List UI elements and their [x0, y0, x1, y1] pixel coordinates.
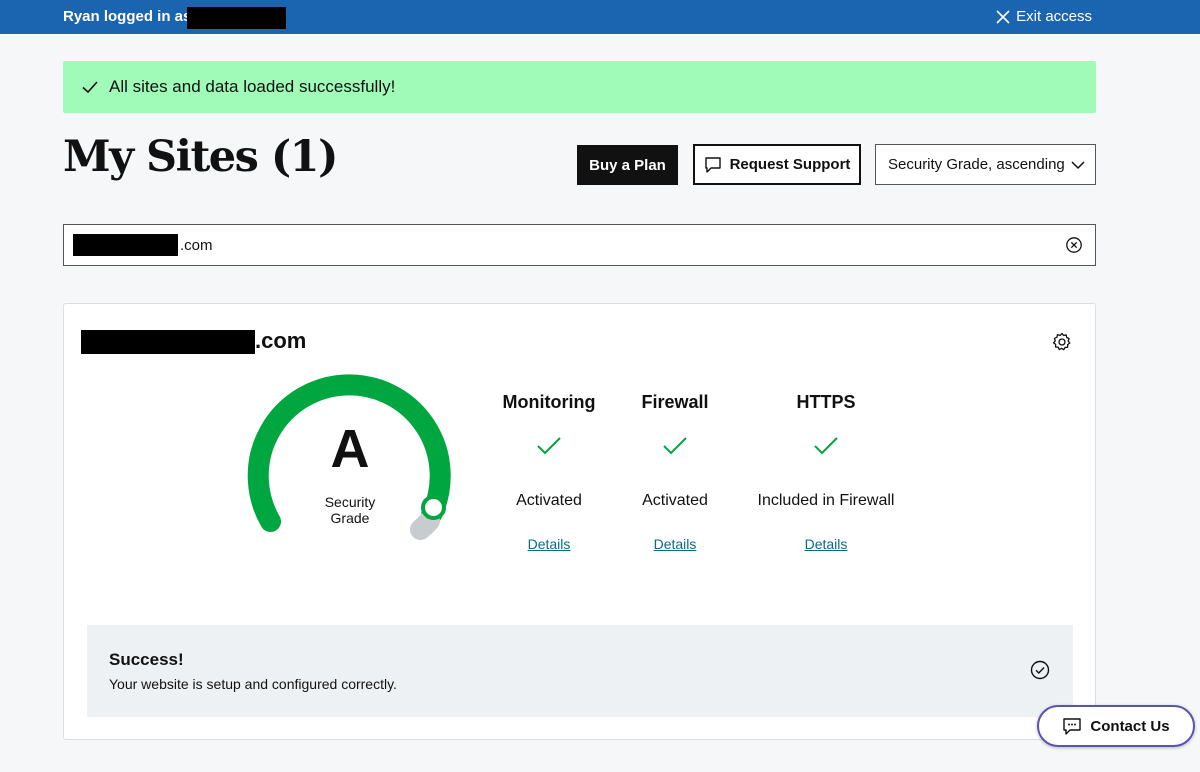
- site-card: .com A Security Grade Monitoring Activat…: [63, 303, 1096, 740]
- check-icon: [663, 437, 687, 455]
- security-grade-label-line1: Security: [324, 494, 376, 510]
- feature-title: HTTPS: [796, 392, 856, 412]
- chevron-down-icon: [1071, 160, 1085, 169]
- success-alert: All sites and data loaded successfully!: [63, 61, 1096, 113]
- check-icon: [82, 81, 98, 94]
- contact-us-label: Contact Us: [1090, 717, 1170, 735]
- site-name-suffix: .com: [255, 328, 307, 353]
- check-circle-icon: [1030, 660, 1050, 680]
- sort-select[interactable]: Security Grade, ascending: [875, 144, 1096, 185]
- chat-icon: [704, 156, 721, 173]
- search-value-suffix: .com: [180, 237, 213, 254]
- redacted-username: [187, 7, 286, 29]
- request-support-label: Request Support: [729, 156, 851, 173]
- top-bar: Ryan logged in as: Exit access: [0, 0, 1200, 34]
- check-icon: [814, 437, 838, 455]
- check-icon: [537, 437, 561, 455]
- redacted-search-text: [73, 234, 178, 256]
- gear-icon[interactable]: [1052, 332, 1072, 352]
- success-panel: Success! Your website is setup and confi…: [87, 625, 1073, 717]
- details-link[interactable]: Details: [736, 536, 916, 552]
- success-description: Your website is setup and configured cor…: [109, 676, 397, 692]
- success-title: Success!: [109, 650, 184, 669]
- security-grade-gauge: A Security Grade: [240, 374, 460, 554]
- logged-in-text: Ryan logged in as:: [63, 8, 197, 25]
- redacted-site-name: [81, 330, 255, 354]
- exit-access-label: Exit access: [1016, 8, 1092, 25]
- search-input[interactable]: .com: [63, 224, 1096, 266]
- close-icon: [996, 9, 1010, 24]
- security-grade-label: Security Grade: [240, 494, 460, 526]
- exit-access-button[interactable]: Exit access: [995, 8, 1092, 25]
- sort-value: Security Grade, ascending: [888, 156, 1065, 173]
- security-grade-value: A: [330, 419, 370, 479]
- security-grade-label-line2: Grade: [330, 510, 370, 526]
- page-title: My Sites (1): [63, 132, 338, 182]
- buy-plan-button[interactable]: Buy a Plan: [577, 145, 678, 185]
- request-support-button[interactable]: Request Support: [693, 144, 861, 185]
- feature-status: Included in Firewall: [757, 492, 895, 509]
- alert-message: All sites and data loaded successfully!: [109, 77, 396, 96]
- clear-search-icon[interactable]: [1065, 236, 1083, 254]
- chat-icon: [1063, 718, 1082, 735]
- contact-us-button[interactable]: Contact Us: [1037, 705, 1195, 747]
- feature-https: HTTPS Included in Firewall Details: [736, 392, 916, 552]
